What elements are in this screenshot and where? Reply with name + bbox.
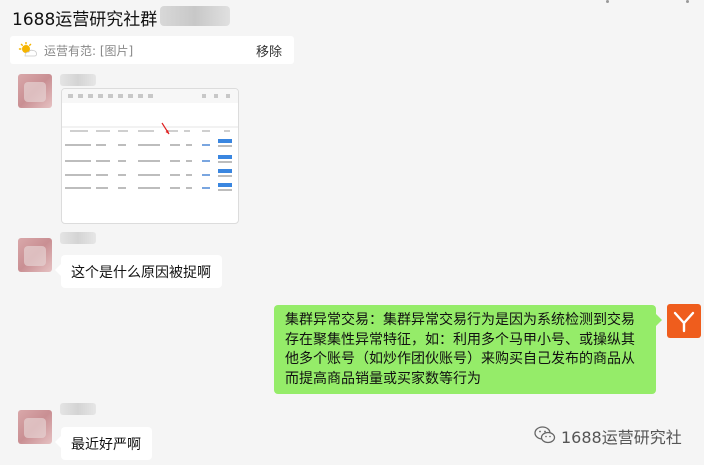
header-dot: [686, 0, 689, 3]
sender-name-blurred: [60, 403, 96, 415]
message-text: 集群异常交易：集群异常交易行为是因为系统检测到交易存在聚集性异常特征，如：利用多…: [285, 312, 635, 387]
watermark-text: 1688运营研究社: [561, 428, 682, 447]
remove-announcement-button[interactable]: 移除: [256, 41, 282, 60]
sender-avatar[interactable]: [18, 238, 52, 272]
sender-name-blurred: [60, 232, 96, 244]
announcement-text: 运营有范: [图片]: [44, 44, 134, 58]
screenshot-thumbnail: [62, 89, 238, 191]
sender-avatar[interactable]: [18, 74, 52, 108]
header-dot: [606, 0, 609, 3]
sender-avatar[interactable]: [18, 410, 52, 444]
chat-header: 1688运营研究社群: [0, 0, 704, 34]
blurred-title-suffix: [160, 6, 230, 26]
bubble-tail: [656, 314, 662, 326]
chat-title[interactable]: 1688运营研究社群: [12, 5, 157, 30]
wechat-logo-icon: [534, 426, 556, 444]
self-avatar[interactable]: [667, 304, 701, 338]
weather-sun-icon: [18, 42, 37, 57]
announcement-bar[interactable]: 运营有范: [图片] 移除: [10, 36, 294, 64]
message-text: 这个是什么原因被捉啊: [71, 265, 211, 281]
brand-logo-icon: [673, 311, 695, 333]
image-message[interactable]: [61, 88, 239, 224]
sender-name-blurred: [60, 74, 96, 86]
message-bubble[interactable]: 这个是什么原因被捉啊: [61, 255, 222, 288]
my-message-bubble[interactable]: 集群异常交易：集群异常交易行为是因为系统检测到交易存在聚集性异常特征，如：利用多…: [274, 305, 656, 394]
message-bubble[interactable]: 最近好严啊: [61, 427, 152, 460]
message-text: 最近好严啊: [71, 437, 141, 453]
